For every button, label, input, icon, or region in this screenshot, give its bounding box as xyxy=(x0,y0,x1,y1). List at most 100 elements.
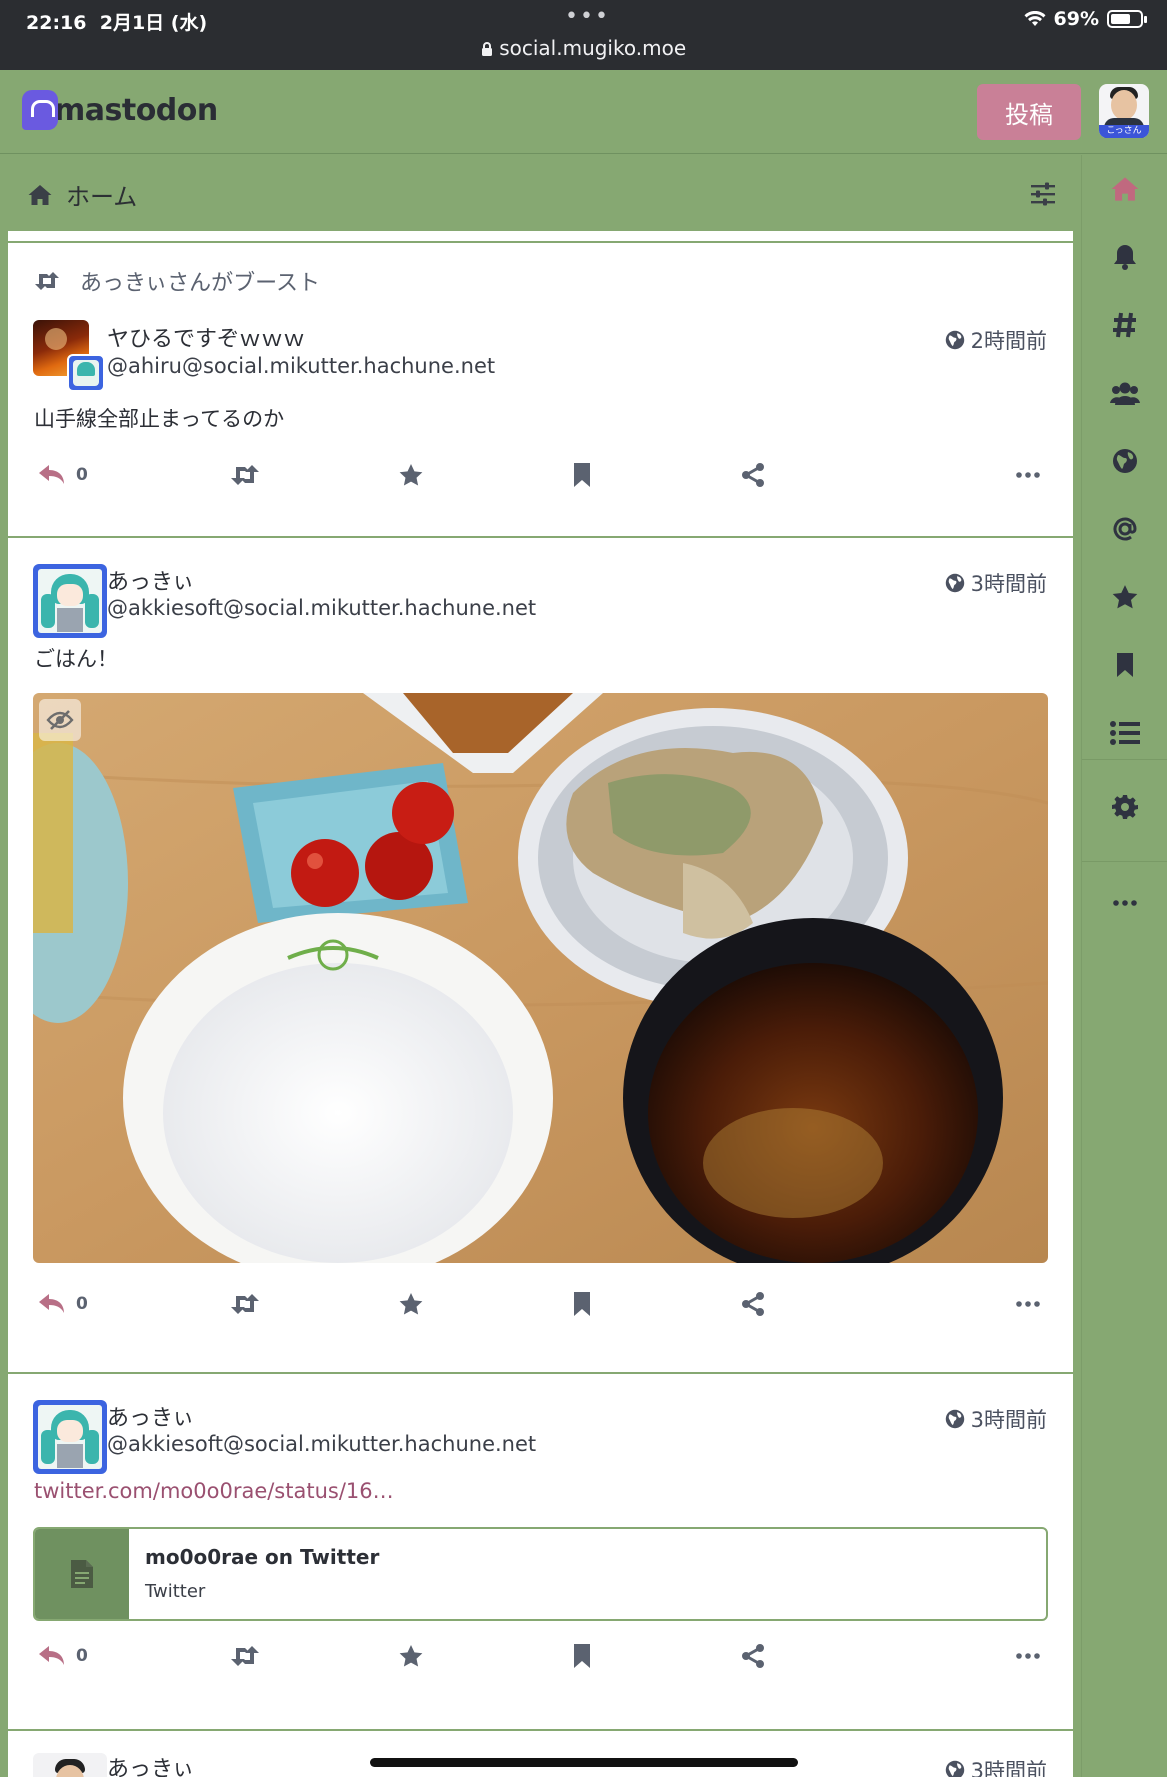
right-nav xyxy=(1081,155,1167,1777)
action-bar: 0 xyxy=(34,1284,1049,1324)
status-timestamp[interactable]: 3時間前 xyxy=(945,1755,1047,1777)
nav-explore[interactable] xyxy=(1082,291,1167,359)
url-bar[interactable]: social.mugiko.moe xyxy=(0,36,1167,60)
share-icon xyxy=(742,1644,764,1668)
meal-photo xyxy=(33,693,1048,1263)
reply-button[interactable]: 0 xyxy=(38,1284,88,1324)
users-icon xyxy=(1110,382,1140,405)
account-handle[interactable]: @akkiesoft@social.mikutter.hachune.net xyxy=(107,1432,536,1456)
status-item[interactable]: あっきぃ @akkiesoft@social.mikutter.hachune.… xyxy=(8,538,1073,1374)
mastodon-logo[interactable]: mastodon xyxy=(22,90,218,130)
ellipsis-icon xyxy=(1113,900,1137,906)
display-name[interactable]: あっきぃ xyxy=(107,564,194,596)
bookmark-button[interactable] xyxy=(572,1284,592,1324)
link-preview-card[interactable]: mo0o0rae on Twitter Twitter xyxy=(33,1527,1048,1621)
boost-button[interactable] xyxy=(230,455,260,495)
star-icon xyxy=(399,1293,423,1315)
avatar[interactable] xyxy=(33,1400,107,1474)
nav-more[interactable] xyxy=(1082,869,1167,937)
nav-local[interactable] xyxy=(1082,359,1167,427)
ellipsis-icon xyxy=(1016,1653,1040,1659)
compose-button[interactable]: 投稿 xyxy=(977,84,1081,140)
bookmark-icon xyxy=(1117,653,1133,677)
account-handle[interactable]: @akkiesoft@social.mikutter.hachune.net xyxy=(107,596,536,620)
action-bar: 0 xyxy=(34,455,1049,495)
multitask-dots[interactable]: ••• xyxy=(565,4,610,29)
avatar[interactable] xyxy=(33,320,107,394)
favourite-button[interactable] xyxy=(398,1284,424,1324)
nav-home[interactable] xyxy=(1082,155,1167,223)
nav-mentions[interactable] xyxy=(1082,495,1167,563)
status-item[interactable]: あっきぃ 3時間前 xyxy=(8,1731,1073,1777)
share-button[interactable] xyxy=(740,1284,766,1324)
hide-media-button[interactable] xyxy=(39,699,81,741)
bookmark-icon xyxy=(574,1292,590,1316)
nav-federated[interactable] xyxy=(1082,427,1167,495)
reply-icon xyxy=(39,1294,64,1313)
share-icon xyxy=(742,1292,764,1316)
status-item[interactable]: あっきぃ @akkiesoft@social.mikutter.hachune.… xyxy=(8,1374,1073,1731)
nav-notifications[interactable] xyxy=(1082,223,1167,291)
boost-button[interactable] xyxy=(230,1284,260,1324)
eye-slash-icon xyxy=(46,710,74,730)
avatar-tag: こっさん xyxy=(1099,125,1149,138)
account-handle[interactable]: @ahiru@social.mikutter.hachune.net xyxy=(107,354,495,378)
boost-button[interactable] xyxy=(230,1636,260,1676)
share-button[interactable] xyxy=(740,455,766,495)
home-timeline[interactable]: あっきぃさんがブースト ヤひるですぞｗｗｗ @ahiru@social.miku… xyxy=(8,231,1073,1777)
nav-favourites[interactable] xyxy=(1082,563,1167,631)
reply-button[interactable]: 0 xyxy=(38,1636,88,1676)
nav-bookmarks[interactable] xyxy=(1082,631,1167,699)
reply-count: 0 xyxy=(76,465,88,485)
nav-divider xyxy=(1082,861,1167,862)
at-icon xyxy=(1113,517,1137,541)
action-bar: 0 xyxy=(34,1636,1049,1676)
battery-icon xyxy=(1107,10,1147,28)
reply-button[interactable]: 0 xyxy=(38,455,88,495)
app-header: mastodon 投稿 こっさん xyxy=(0,70,1167,154)
column-title[interactable]: ホーム xyxy=(28,177,137,212)
column-title-label: ホーム xyxy=(66,183,138,211)
share-button[interactable] xyxy=(740,1636,766,1676)
status-right: 69% xyxy=(1024,8,1147,30)
avatar[interactable] xyxy=(33,564,107,638)
bookmark-button[interactable] xyxy=(572,1636,592,1676)
status-link[interactable]: twitter.com/mo0o0rae/status/16… xyxy=(34,1479,394,1503)
status-timestamp[interactable]: 2時間前 xyxy=(945,325,1047,355)
status-item[interactable]: あっきぃさんがブースト ヤひるですぞｗｗｗ @ahiru@social.miku… xyxy=(8,243,1073,538)
bell-icon xyxy=(1114,245,1136,270)
avatar[interactable] xyxy=(33,1753,107,1777)
column-settings-icon[interactable] xyxy=(1030,181,1056,207)
gear-icon xyxy=(1112,795,1138,819)
column-header: ホーム xyxy=(0,155,1081,231)
status-timestamp[interactable]: 3時間前 xyxy=(945,568,1047,598)
display-name[interactable]: あっきぃ xyxy=(107,1400,194,1432)
status-timestamp[interactable]: 3時間前 xyxy=(945,1404,1047,1434)
favourite-button[interactable] xyxy=(398,455,424,495)
mastodon-logo-icon xyxy=(22,90,58,130)
home-icon xyxy=(1111,177,1139,201)
more-button[interactable] xyxy=(1016,1636,1040,1676)
nav-preferences[interactable] xyxy=(1082,773,1167,841)
boost-icon xyxy=(231,465,259,485)
globe-icon xyxy=(945,1760,964,1777)
bookmark-button[interactable] xyxy=(572,455,592,495)
media-image[interactable] xyxy=(33,693,1048,1263)
more-button[interactable] xyxy=(1016,1284,1040,1324)
display-name[interactable]: ヤひるですぞｗｗｗ xyxy=(107,321,305,353)
boost-icon xyxy=(35,272,59,290)
nav-lists[interactable] xyxy=(1082,699,1167,767)
reply-count: 0 xyxy=(76,1294,88,1314)
more-button[interactable] xyxy=(1016,455,1040,495)
user-avatar[interactable]: こっさん xyxy=(1099,84,1149,138)
status-time: 22:16 2月1日 (水) xyxy=(26,12,208,34)
home-indicator[interactable] xyxy=(370,1758,798,1767)
status-content: ごはん！ xyxy=(34,647,118,671)
favourite-button[interactable] xyxy=(398,1636,424,1676)
url-text: social.mugiko.moe xyxy=(499,36,687,60)
star-icon xyxy=(1112,585,1138,609)
globe-icon xyxy=(945,330,964,350)
home-icon xyxy=(28,184,52,205)
display-name[interactable]: あっきぃ xyxy=(107,1751,194,1777)
reply-icon xyxy=(39,465,64,484)
